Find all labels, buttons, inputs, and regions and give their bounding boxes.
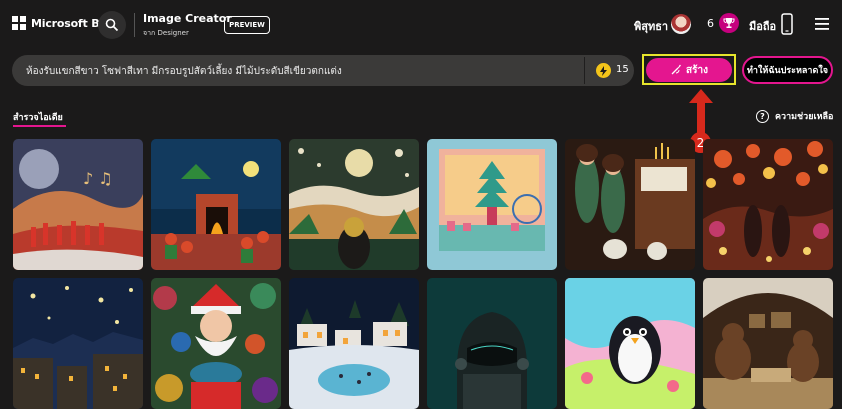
gallery-image-bears-cave[interactable]: [703, 278, 833, 409]
microsoft-logo-icon: [12, 16, 26, 30]
preview-badge: PREVIEW: [224, 16, 270, 34]
help-label: ความช่วยเหลือ: [775, 112, 834, 122]
boost-count: 6: [707, 17, 714, 30]
gallery-image-moonlit-landscape[interactable]: [289, 139, 419, 270]
header-divider: [134, 13, 135, 37]
coin-icon: [596, 63, 611, 78]
svg-text:♪ ♫: ♪ ♫: [83, 169, 113, 188]
help-icon: ?: [756, 109, 769, 123]
help-link[interactable]: ? ความช่วยเหลือ: [756, 109, 833, 123]
gallery-image-snowy-village[interactable]: [289, 278, 419, 409]
app-title-block: Image Creator จาก Designer: [143, 12, 232, 39]
tab-explore-ideas[interactable]: สำรวจไอเดีย: [13, 110, 63, 124]
gallery-image-women-piano-cats[interactable]: [565, 139, 695, 270]
gallery-image-music-celebration[interactable]: ♪ ♫: [13, 139, 143, 270]
mobile-label[interactable]: มือถือ: [749, 17, 776, 35]
rewards-button[interactable]: [719, 13, 739, 33]
gallery-image-santa-ornaments[interactable]: [151, 278, 281, 409]
create-button[interactable]: สร้าง: [646, 58, 732, 82]
surprise-me-button[interactable]: ทำให้ฉันประหลาดใจ: [742, 56, 833, 84]
search-icon: [105, 18, 119, 32]
gallery-image-fireplace-party[interactable]: [151, 139, 281, 270]
user-name[interactable]: พิสุทธา: [634, 17, 668, 35]
image-gallery: ♪ ♫: [13, 139, 833, 409]
gallery-image-starry-town[interactable]: [13, 278, 143, 409]
trophy-icon: [723, 18, 735, 28]
prompt-text[interactable]: ห้องรับแขกสีขาว โซฟาสีเทา มีกรอบรูปสัตว์…: [26, 64, 342, 79]
annotation-arrow: [689, 89, 713, 133]
tab-active-underline: [13, 125, 66, 127]
create-button-label: สร้าง: [686, 64, 708, 76]
search-button[interactable]: [98, 11, 126, 39]
gallery-image-lanterns-night[interactable]: [703, 139, 833, 270]
menu-icon[interactable]: [815, 18, 829, 30]
boost-coin-count: 15: [616, 64, 629, 75]
app-title: Image Creator: [143, 12, 232, 25]
top-bar: Microsoft Bing Image Creator จาก Designe…: [0, 0, 842, 50]
gallery-image-robot-helmet[interactable]: [427, 278, 557, 409]
wand-icon: [671, 64, 681, 75]
avatar[interactable]: [671, 14, 691, 34]
prompt-divider: [584, 57, 585, 84]
phone-icon[interactable]: [781, 13, 793, 35]
gallery-image-pagoda-theme-park[interactable]: [427, 139, 557, 270]
surprise-me-label: ทำให้ฉันประหลาดใจ: [747, 66, 828, 76]
gallery-image-penguin-colorful[interactable]: [565, 278, 695, 409]
prompt-input[interactable]: ห้องรับแขกสีขาว โซฟาสีเทา มีกรอบรูปสัตว์…: [12, 55, 634, 86]
app-subtitle: จาก Designer: [143, 29, 189, 37]
